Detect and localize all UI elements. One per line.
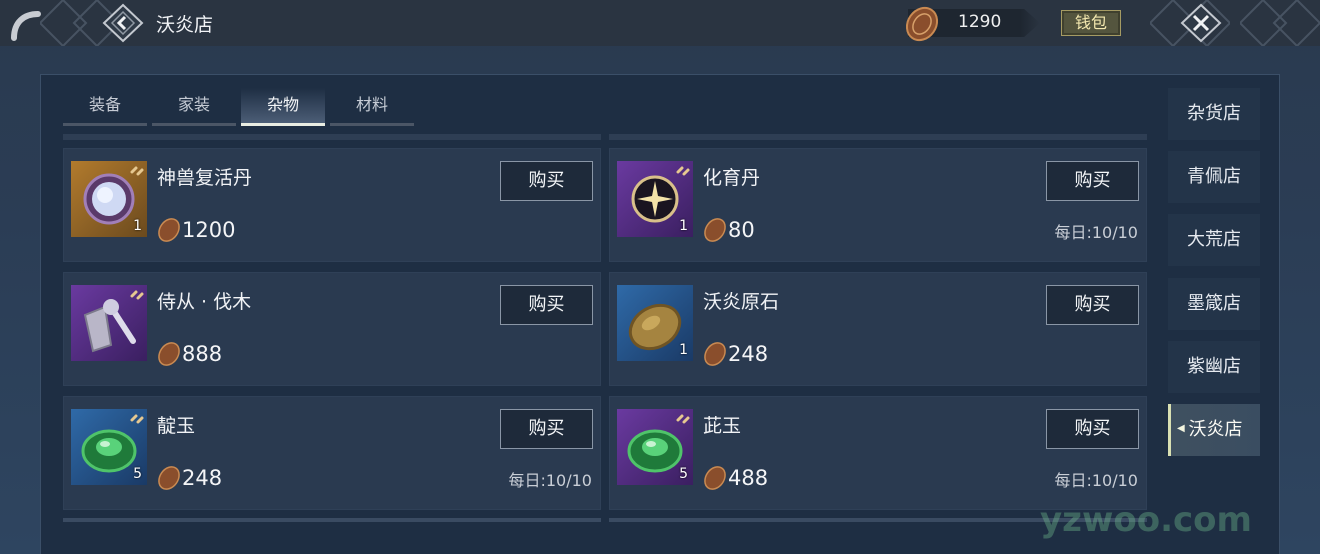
star-pill-icon: 1 <box>617 161 693 237</box>
sidebar-item-woyan-store[interactable]: ◀ 沃炎店 <box>1168 404 1260 456</box>
item-name: 侍从 · 伐木 <box>157 291 252 313</box>
coin-icon <box>704 466 726 490</box>
sidebar-item-general-store[interactable]: 杂货店 <box>1168 88 1260 140</box>
tab-materials[interactable]: 材料 <box>330 88 414 126</box>
tab-equipment[interactable]: 装备 <box>63 88 147 126</box>
woodcutter-icon <box>71 285 147 361</box>
coin-icon <box>704 218 726 242</box>
sidebar-item-qingpei-store[interactable]: 青佩店 <box>1168 151 1260 203</box>
chain-link-icon <box>130 166 144 176</box>
hook-icon[interactable] <box>8 8 42 42</box>
jade-icon: 5 <box>617 409 693 485</box>
chain-link-icon <box>130 414 144 424</box>
shop-item-card: 侍从 · 伐木 888 购买 <box>63 272 601 386</box>
chain-link-icon <box>130 290 144 300</box>
chain-link-icon <box>676 166 690 176</box>
buy-button[interactable]: 购买 <box>1046 409 1139 449</box>
coin-icon <box>905 6 939 42</box>
divider <box>63 134 601 140</box>
tab-furniture[interactable]: 家装 <box>152 88 236 126</box>
divider <box>63 518 601 522</box>
item-price: 248 <box>728 342 769 366</box>
spirit-orb-icon: 1 <box>71 161 147 237</box>
item-name: 沃炎原石 <box>703 291 780 313</box>
coin-icon <box>158 218 180 242</box>
sidebar-item-label: 沃炎店 <box>1188 419 1243 440</box>
item-quantity: 1 <box>679 342 688 358</box>
shop-item-card: 5 茈玉 488 购买 每日:10/10 <box>609 396 1147 510</box>
sidebar-item-dahuang-store[interactable]: 大荒店 <box>1168 214 1260 266</box>
lattice-decor-icon <box>1240 0 1320 46</box>
currency-amount: 1290 <box>958 12 1002 32</box>
tab-misc[interactable]: 杂物 <box>241 88 325 126</box>
buy-button[interactable]: 购买 <box>1046 161 1139 201</box>
top-bar: 沃炎店 1290 钱包 <box>0 0 1320 46</box>
item-quantity: 1 <box>133 218 142 234</box>
item-price: 80 <box>728 218 755 242</box>
sidebar-item-ziyou-store[interactable]: 紫幽店 <box>1168 341 1260 393</box>
item-price: 248 <box>182 466 223 490</box>
coin-icon <box>158 342 180 366</box>
page-title: 沃炎店 <box>156 14 214 36</box>
item-name: 神兽复活丹 <box>157 167 253 189</box>
watermark-logo: yzwoo.com <box>1040 500 1252 540</box>
buy-button[interactable]: 购买 <box>1046 285 1139 325</box>
item-price: 888 <box>182 342 223 366</box>
item-quantity: 5 <box>679 466 688 482</box>
item-name: 茈玉 <box>703 415 742 437</box>
item-name: 化育丹 <box>703 167 761 189</box>
purchase-limit: 每日:10/10 <box>1054 471 1138 490</box>
coin-icon <box>704 342 726 366</box>
coin-icon <box>158 466 180 490</box>
buy-button[interactable]: 购买 <box>500 409 593 449</box>
chain-link-icon <box>676 414 690 424</box>
buy-button[interactable]: 购买 <box>500 161 593 201</box>
ore-stone-icon: 1 <box>617 285 693 361</box>
shop-item-card: 1 化育丹 80 购买 每日:10/10 <box>609 148 1147 262</box>
sidebar-item-mozhen-store[interactable]: 墨箴店 <box>1168 278 1260 330</box>
close-button[interactable] <box>1180 3 1222 43</box>
jade-icon: 5 <box>71 409 147 485</box>
wallet-button[interactable]: 钱包 <box>1061 10 1121 36</box>
purchase-limit: 每日:10/10 <box>508 471 592 490</box>
caret-left-icon: ◀ <box>1177 423 1185 434</box>
item-price: 1200 <box>182 218 236 242</box>
back-button[interactable] <box>102 3 144 43</box>
divider <box>609 134 1147 140</box>
shop-item-card: 1 沃炎原石 248 购买 <box>609 272 1147 386</box>
purchase-limit: 每日:10/10 <box>1054 223 1138 242</box>
item-quantity: 1 <box>679 218 688 234</box>
item-quantity: 5 <box>133 466 142 482</box>
shop-item-card: 5 靛玉 248 购买 每日:10/10 <box>63 396 601 510</box>
shop-item-card: 1 神兽复活丹 1200 购买 <box>63 148 601 262</box>
item-name: 靛玉 <box>157 415 196 437</box>
buy-button[interactable]: 购买 <box>500 285 593 325</box>
item-price: 488 <box>728 466 769 490</box>
